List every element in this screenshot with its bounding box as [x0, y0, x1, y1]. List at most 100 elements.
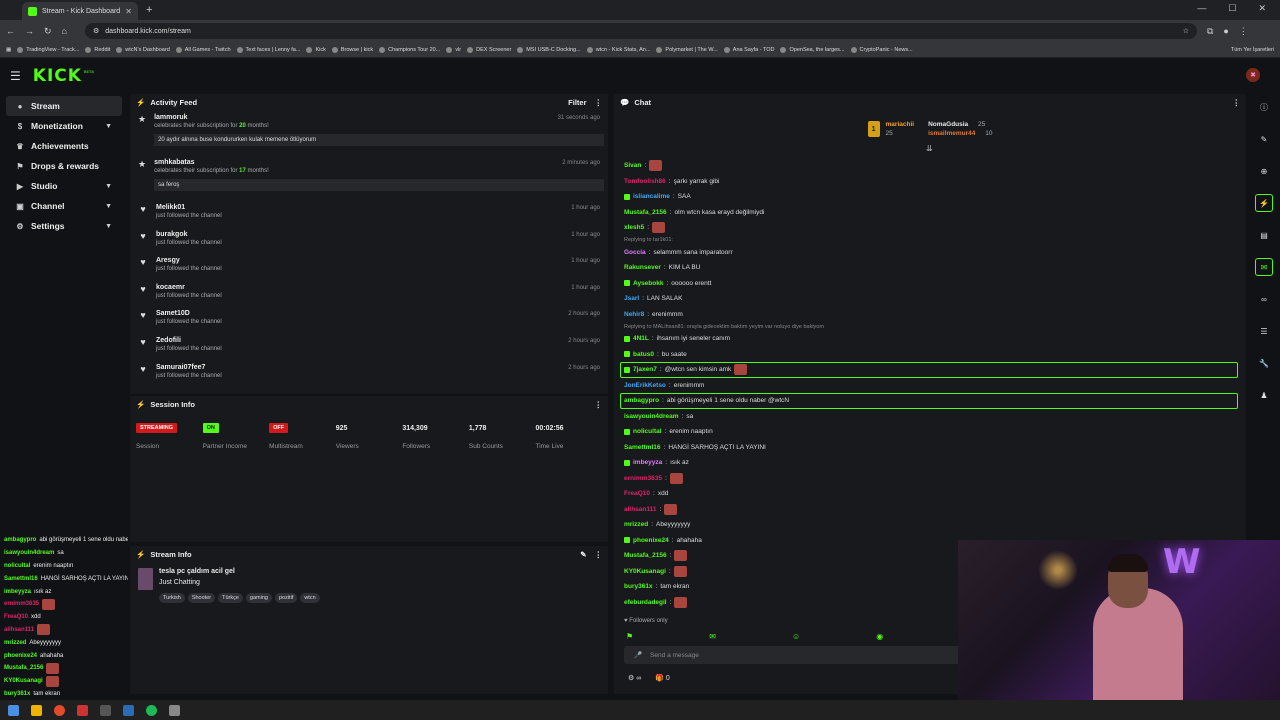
- all-bookmarks[interactable]: Tüm Yer İşaretleri: [1231, 47, 1274, 53]
- chat-username[interactable]: Jsarl: [624, 295, 639, 302]
- chat-message[interactable]: isliancalime: SAA: [614, 189, 1246, 205]
- more-options-icon[interactable]: ⋮: [595, 400, 603, 409]
- profile-icon[interactable]: ●: [1223, 26, 1228, 36]
- close-tab-icon[interactable]: ✕: [125, 7, 132, 16]
- chat-message[interactable]: alihsan111:: [614, 502, 1246, 518]
- chat-tool-icon[interactable]: ✉: [1255, 258, 1273, 276]
- chat-username[interactable]: xlesh5: [624, 224, 644, 231]
- activity-username[interactable]: Samurai07fee7: [156, 364, 222, 371]
- bookmark-item[interactable]: Champions Tour 20...: [379, 46, 440, 53]
- activity-username[interactable]: Aresgy: [156, 257, 222, 264]
- bookmark-item[interactable]: TradingView - Track...: [17, 46, 79, 53]
- file-explorer-icon[interactable]: [31, 704, 42, 716]
- emote-icon[interactable]: ☺: [792, 632, 800, 641]
- expand-gifters-icon[interactable]: ⇊: [926, 144, 933, 153]
- minimize-icon[interactable]: —: [1197, 3, 1206, 14]
- chat-username[interactable]: Sivan: [624, 162, 641, 169]
- crosshair-icon[interactable]: ⊕: [1255, 162, 1273, 180]
- steam-icon[interactable]: [123, 704, 134, 716]
- document-icon[interactable]: ▤: [1255, 226, 1273, 244]
- chat-username[interactable]: Aysebokk: [633, 280, 663, 287]
- activity-username[interactable]: Zedofili: [156, 337, 222, 344]
- stream-tag[interactable]: Shooter: [187, 593, 216, 603]
- stream-tag[interactable]: Türkçe: [218, 593, 243, 603]
- activity-username[interactable]: burakgok: [156, 231, 222, 238]
- site-info-icon[interactable]: ⚙: [93, 27, 99, 35]
- chat-username[interactable]: Mustafa_2156: [624, 209, 667, 216]
- bookmark-item[interactable]: DEX Screener: [467, 46, 511, 53]
- user-avatar[interactable]: ✖: [1246, 68, 1260, 82]
- bookmark-item[interactable]: wtcn - Kick Stats, An...: [586, 46, 650, 53]
- chrome-icon[interactable]: [54, 704, 65, 716]
- bookmark-item[interactable]: Browse | kick: [331, 46, 373, 53]
- sidebar-item-stream[interactable]: ● Stream: [6, 96, 122, 116]
- chat-message[interactable]: xlesh5:: [614, 220, 1246, 236]
- stream-tag[interactable]: Turkish: [159, 593, 185, 603]
- sidebar-item-settings[interactable]: ⚙ Settings ▼: [6, 216, 122, 236]
- chat-username[interactable]: isliancalime: [633, 193, 670, 200]
- app-icon[interactable]: [77, 704, 88, 716]
- chat-message[interactable]: batus0: bu saate: [614, 347, 1246, 363]
- bookmark-item[interactable]: Polymarket | The W...: [656, 46, 718, 53]
- chat-message[interactable]: Mustafa_2156: olm wtcn kasa erayd değilmi…: [614, 205, 1246, 221]
- bookmark-item[interactable]: wtcN's Dashboard: [116, 46, 170, 53]
- more-options-icon[interactable]: ⋮: [595, 550, 603, 559]
- chat-username[interactable]: bury361x: [624, 583, 653, 590]
- activity-username[interactable]: Samet10D: [156, 310, 222, 317]
- chat-username[interactable]: batus0: [633, 351, 654, 358]
- activity-username[interactable]: smhkabatas: [154, 159, 604, 166]
- chat-username[interactable]: FreaQ10: [624, 490, 650, 497]
- chat-message[interactable]: Nehir8: erenimmm: [614, 307, 1246, 323]
- filter-button[interactable]: Filter: [568, 98, 586, 107]
- more-options-icon[interactable]: ⋮: [595, 98, 603, 107]
- bookmark-item[interactable]: Kick: [306, 46, 326, 53]
- url-input[interactable]: ⚙ dashboard.kick.com/stream ☆: [84, 23, 1197, 39]
- app-icon[interactable]: [169, 704, 180, 716]
- back-icon[interactable]: ←: [6, 26, 15, 36]
- chat-username[interactable]: Mustafa_2156: [624, 552, 667, 559]
- chat-message[interactable]: Rakunsever: KIM LA BU: [614, 260, 1246, 276]
- apps-icon[interactable]: ▦: [6, 47, 11, 53]
- chat-message[interactable]: Tomfoolish86: şarkı yarrak gibi: [614, 174, 1246, 190]
- chat-settings-icon[interactable]: ⚙ ∞: [628, 674, 641, 682]
- home-icon[interactable]: ⌂: [62, 26, 67, 36]
- kick-logo[interactable]: KICK: [33, 66, 82, 86]
- chevron-down-icon[interactable]: ▼: [105, 123, 112, 130]
- chat-username[interactable]: isawyouin4dream: [624, 413, 679, 420]
- chat-username[interactable]: alihsan111: [624, 506, 657, 513]
- chat-username[interactable]: ambagypro: [624, 397, 659, 404]
- people-icon[interactable]: ♟: [1255, 386, 1273, 404]
- bookmark-item[interactable]: vlr: [446, 46, 461, 53]
- gift-icon[interactable]: 🎁 0: [655, 674, 670, 682]
- emote-icon[interactable]: ◉: [876, 632, 883, 641]
- more-options-icon[interactable]: ⋮: [1233, 98, 1241, 107]
- chat-username[interactable]: JonErikKetso: [624, 382, 666, 389]
- chat-message[interactable]: Jsarl: LAN SALAK: [614, 291, 1246, 307]
- sidebar-item-monetization[interactable]: $ Monetization ▼: [6, 116, 122, 136]
- lightning-tool-icon[interactable]: ⚡: [1255, 194, 1273, 212]
- chat-username[interactable]: nolicultal: [633, 428, 662, 435]
- activity-username[interactable]: kocaemr: [156, 284, 222, 291]
- info-icon[interactable]: ⓘ: [1255, 98, 1273, 116]
- bookmark-item[interactable]: Text faces | Lenny fa...: [236, 46, 300, 53]
- gifter-name[interactable]: mariachii: [886, 121, 915, 128]
- hamburger-menu-icon[interactable]: ☰: [10, 69, 21, 83]
- chat-message[interactable]: isawyouin4dream: sa: [614, 409, 1246, 425]
- start-icon[interactable]: [8, 704, 19, 716]
- chat-message[interactable]: Aysebokk: oooooo erentt: [614, 276, 1246, 292]
- bookmark-item[interactable]: Reddit: [85, 46, 110, 53]
- gifter-name[interactable]: NomaGdusia: [928, 121, 968, 128]
- chat-username[interactable]: mrizzed: [624, 521, 648, 528]
- bookmark-item[interactable]: CryptoPanic - News...: [850, 46, 913, 53]
- sidebar-item-channel[interactable]: ▣ Channel ▼: [6, 196, 122, 216]
- sidebar-item-achievements[interactable]: ♛ Achievements: [6, 136, 122, 156]
- chat-username[interactable]: 4N1L: [633, 335, 649, 342]
- chat-username[interactable]: KY0Kusanagi: [624, 568, 666, 575]
- chat-username[interactable]: efeburdadegil: [624, 599, 667, 606]
- chat-message[interactable]: Sivan:: [614, 158, 1246, 174]
- chat-username[interactable]: Rakunsever: [624, 264, 661, 271]
- chat-username[interactable]: 7jaxen7: [633, 366, 657, 373]
- chat-username[interactable]: Goccia: [624, 249, 646, 256]
- close-window-icon[interactable]: ✕: [1258, 3, 1266, 14]
- bookmark-item[interactable]: All Games - Twitch: [175, 46, 231, 53]
